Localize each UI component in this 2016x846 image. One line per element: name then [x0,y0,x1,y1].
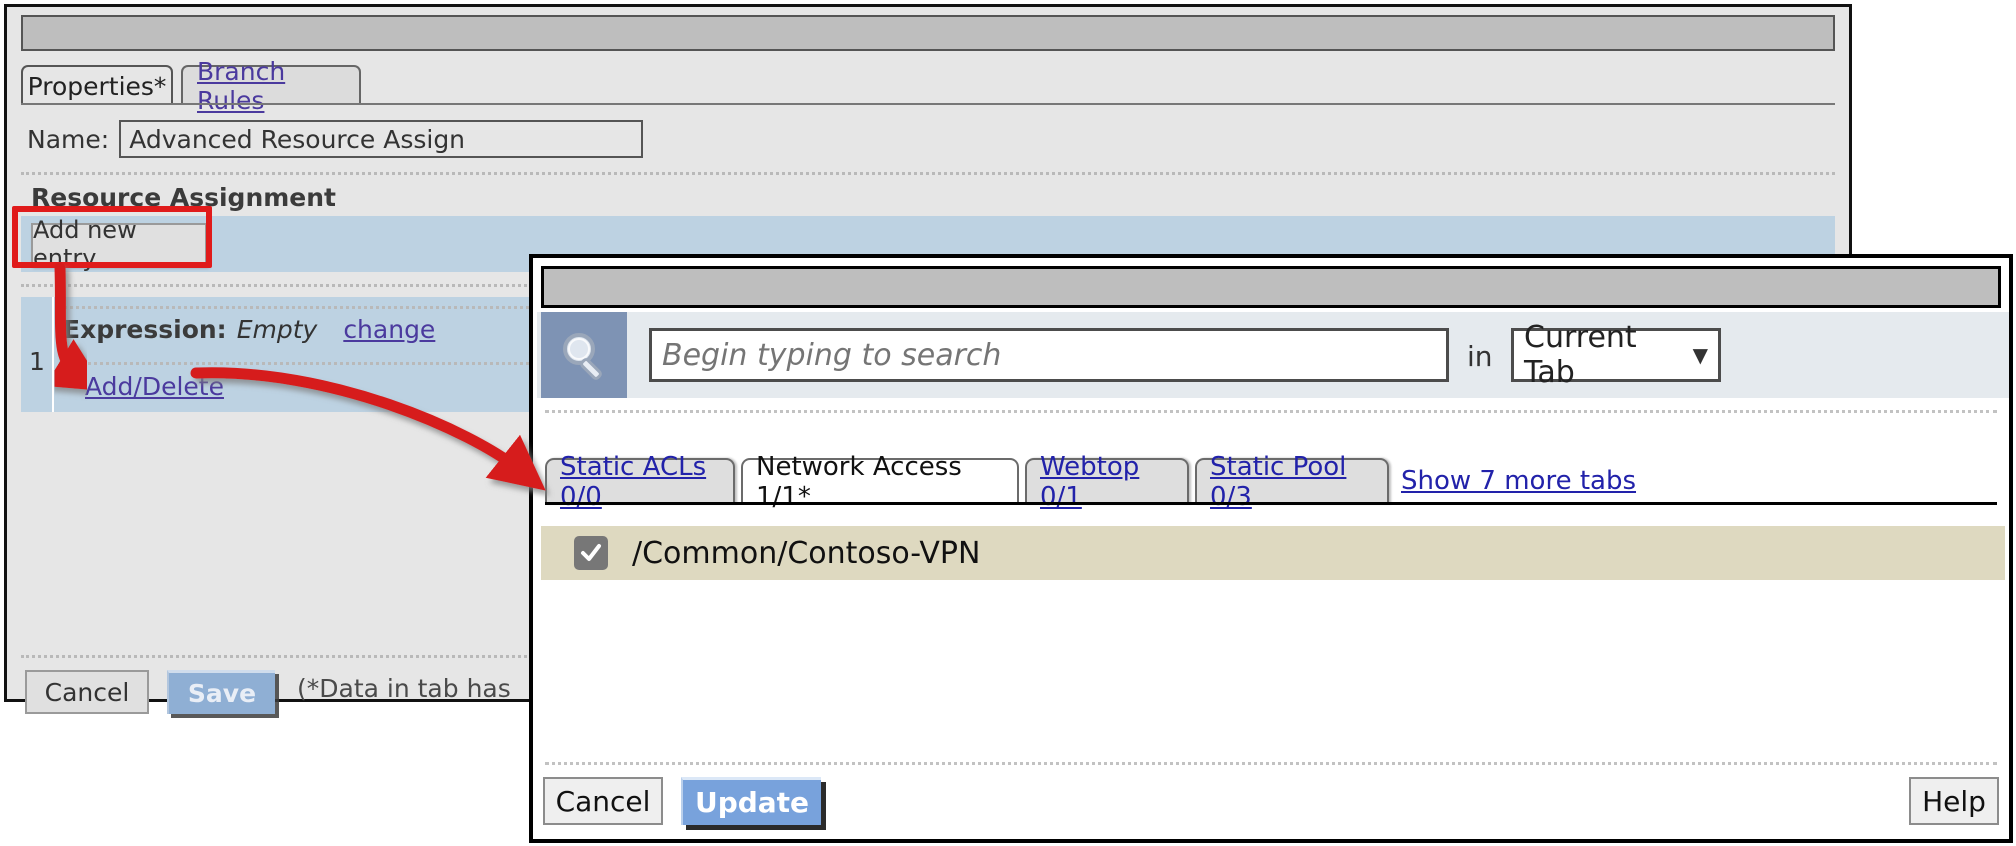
add-delete-link[interactable]: Add/Delete [85,372,224,401]
name-input[interactable] [119,120,644,158]
tab-static-pool[interactable]: Static Pool 0/3 [1195,452,1389,512]
dialog-cancel-button[interactable]: Cancel [543,777,663,825]
search-scope-select[interactable]: Current Tab ▼ [1511,320,1721,390]
tab-network-access[interactable]: Network Access 1/1* [741,452,1019,512]
window-titlebar [21,15,1835,51]
tab-properties[interactable]: Properties* [21,65,173,105]
chevron-down-icon: ▼ [1692,343,1708,367]
row-divider [52,297,54,412]
dialog-cancel-label: Cancel [555,784,651,818]
expression-line: Expression: Empty change [63,315,435,344]
search-scope-label: in [1467,340,1493,373]
item-checkbox[interactable] [574,536,608,570]
properties-tabstrip: Properties* Branch Rules [21,57,1835,115]
search-scope-value: Current Tab [1524,320,1637,390]
divider-above-resource-assignment [21,172,1835,175]
tab-properties-label: Properties* [27,71,167,101]
dialog-tabstrip-underline [545,502,1997,505]
add-new-entry-highlight-box [12,206,212,268]
name-label: Name: [27,124,110,154]
expression-value: Empty [236,315,318,344]
save-button[interactable]: Save [167,670,275,714]
row-index: 1 [29,347,45,376]
dialog-update-button[interactable]: Update [681,777,821,825]
dialog-divider-top [545,410,1997,413]
save-button-label: Save [187,679,257,708]
tab-branch-rules[interactable]: Branch Rules [181,57,361,115]
search-input[interactable] [649,328,1449,382]
list-item-label: /Common/Contoso-VPN [632,535,981,571]
cancel-button[interactable]: Cancel [25,670,149,714]
tab-branch-rules-label: Branch Rules [197,57,286,115]
dialog-titlebar [541,266,2001,308]
show-more-tabs-link[interactable]: Show 7 more tabs [1401,466,1636,496]
save-note: (*Data in tab has [297,674,511,703]
tabstrip-underline [21,103,1835,105]
dialog-footer-divider [545,762,1997,765]
name-row: Name: [27,119,644,159]
resource-picker-dialog: in Current Tab ▼ Static ACLs 0/0 Network… [529,254,2013,843]
check-icon [581,544,601,561]
tab-static-acls[interactable]: Static ACLs 0/0 [545,452,735,512]
expression-label: Expression: [63,315,227,344]
dialog-update-label: Update [694,786,810,819]
list-item[interactable]: /Common/Contoso-VPN [541,526,2005,580]
dialog-help-label: Help [1922,784,1986,818]
search-icon [541,312,627,398]
tab-webtop[interactable]: Webtop 0/1 [1025,452,1189,512]
expression-change-link[interactable]: change [343,315,435,344]
dialog-help-button[interactable]: Help [1909,777,1999,825]
cancel-button-label: Cancel [44,677,130,707]
